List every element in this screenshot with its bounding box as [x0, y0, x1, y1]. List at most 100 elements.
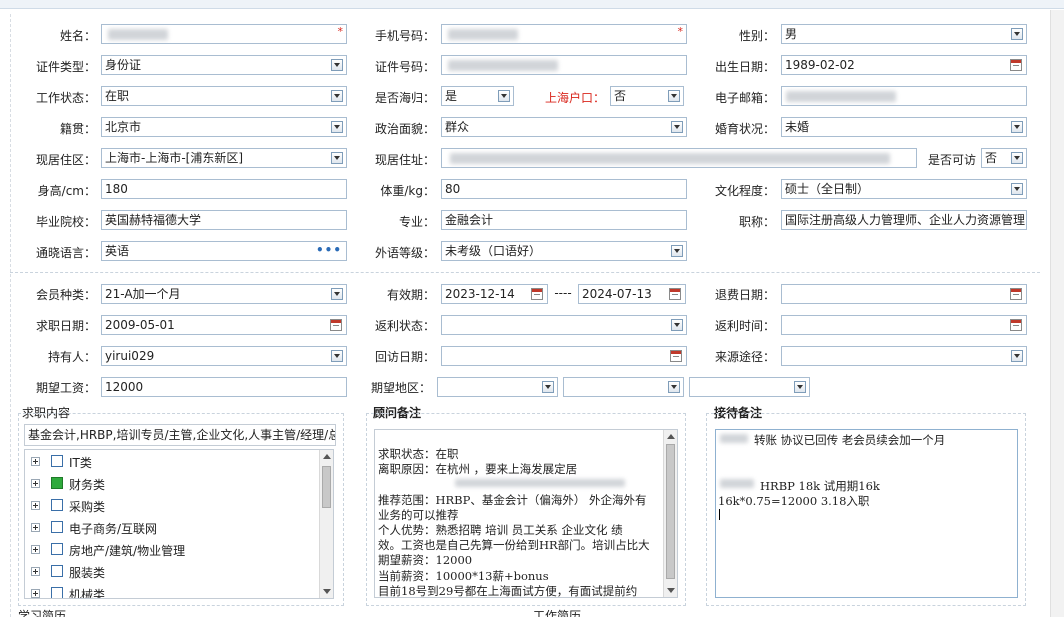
- expand-icon[interactable]: [31, 479, 40, 488]
- calendar-icon[interactable]: [670, 350, 682, 362]
- expand-icon[interactable]: [31, 589, 40, 598]
- scroll-down-icon[interactable]: [323, 589, 331, 594]
- calendar-icon[interactable]: [1010, 319, 1022, 331]
- calendar-icon[interactable]: [669, 288, 681, 300]
- scroll-down-icon[interactable]: [667, 588, 675, 593]
- address-field[interactable]: [441, 148, 917, 168]
- job-summary-field[interactable]: 基金会计,HRBP,培训专员/主管,企业文化,人事主管/经理/总: [24, 424, 336, 446]
- scroll-up-icon[interactable]: [667, 434, 675, 439]
- major-field[interactable]: 金融会计: [441, 210, 687, 230]
- rebate-status-select[interactable]: [441, 315, 687, 335]
- category-checkbox[interactable]: [51, 565, 63, 577]
- expand-icon[interactable]: [31, 457, 40, 466]
- chevron-down-icon[interactable]: [1011, 28, 1023, 40]
- school-field[interactable]: 英国赫特福德大学: [101, 210, 347, 230]
- category-checkbox[interactable]: [51, 455, 63, 467]
- birth-date-field[interactable]: 1989-02-02: [781, 55, 1027, 75]
- scroll-up-icon[interactable]: [323, 454, 331, 459]
- region-district-select[interactable]: [689, 377, 810, 397]
- chevron-down-icon[interactable]: [1011, 183, 1023, 195]
- scroll-thumb[interactable]: [322, 466, 331, 508]
- expand-icon[interactable]: [31, 567, 40, 576]
- visit-date-field[interactable]: [441, 346, 687, 366]
- visitable-select[interactable]: 否: [981, 148, 1027, 168]
- chevron-down-icon[interactable]: [331, 121, 343, 133]
- overseas-select[interactable]: 是: [441, 86, 514, 106]
- chevron-down-icon[interactable]: [1011, 350, 1023, 362]
- category-checkbox[interactable]: [51, 587, 63, 598]
- chevron-down-icon[interactable]: [1011, 152, 1023, 164]
- tree-scrollbar[interactable]: [319, 450, 333, 598]
- language-field[interactable]: 英语 •••: [101, 241, 347, 261]
- chevron-down-icon[interactable]: [794, 381, 806, 393]
- residence-area-select[interactable]: 上海市-上海市-[浦东新区]: [101, 148, 347, 168]
- political-select[interactable]: 群众: [441, 117, 687, 137]
- sh-hukou-select[interactable]: 否: [610, 86, 684, 106]
- category-checkbox[interactable]: [51, 543, 63, 555]
- language-level-select[interactable]: 未考级（口语好）: [441, 241, 687, 261]
- id-type-select[interactable]: 身份证: [101, 55, 347, 75]
- political-value: 群众: [445, 120, 470, 134]
- chevron-down-icon[interactable]: [671, 319, 683, 331]
- marital-select[interactable]: 未婚: [781, 117, 1027, 137]
- height-label: 身高/cm：: [37, 184, 96, 198]
- category-tree[interactable]: IT类 财务类 采购类 电子商务/互联网 房地产/建筑/物业管理 服装类 机械类: [24, 449, 334, 599]
- chevron-down-icon[interactable]: [668, 381, 680, 393]
- page-scrollbar[interactable]: [1050, 10, 1064, 617]
- more-options-icon[interactable]: •••: [316, 243, 342, 257]
- title-label: 职称：: [738, 215, 775, 229]
- salary-field[interactable]: 12000: [101, 377, 347, 397]
- id-number-field[interactable]: [441, 55, 687, 75]
- advisor-notes-textarea[interactable]: 求职状态：在职 离职原因：在杭州 ，要来上海发展定居 推荐范围：HRBP、基金会计…: [374, 429, 678, 598]
- rebate-time-field[interactable]: [781, 315, 1027, 335]
- native-value: 北京市: [105, 120, 142, 134]
- chevron-down-icon[interactable]: [671, 121, 683, 133]
- name-field[interactable]: *: [101, 24, 347, 44]
- chevron-down-icon[interactable]: [671, 245, 683, 257]
- weight-field[interactable]: 80: [441, 179, 687, 199]
- region-province-select[interactable]: [437, 377, 558, 397]
- valid-to-field[interactable]: 2024-07-13: [578, 284, 686, 304]
- refund-date-field[interactable]: [781, 284, 1027, 304]
- category-checkbox[interactable]: [51, 499, 63, 511]
- language-level-value: 未考级（口语好）: [445, 244, 542, 258]
- reception-notes-textarea[interactable]: 转账 协议已回传 老会员续会加一个月 HRBP 18k 试用期16k 16k*0.…: [715, 429, 1018, 598]
- work-status-select[interactable]: 在职: [101, 86, 347, 106]
- valid-from-field[interactable]: 2023-12-14: [441, 284, 548, 304]
- chevron-down-icon[interactable]: [331, 90, 343, 102]
- member-type-select[interactable]: 21-A加一个月: [101, 284, 347, 304]
- calendar-icon[interactable]: [1010, 288, 1022, 300]
- region-city-select[interactable]: [563, 377, 684, 397]
- calendar-icon[interactable]: [1010, 59, 1022, 71]
- job-date-field[interactable]: 2009-05-01: [101, 315, 347, 335]
- email-field[interactable]: [781, 86, 1027, 106]
- text-cursor: [719, 509, 720, 520]
- chevron-down-icon[interactable]: [331, 152, 343, 164]
- calendar-icon[interactable]: [531, 288, 543, 300]
- phone-field[interactable]: *: [441, 24, 687, 44]
- chevron-down-icon[interactable]: [498, 90, 510, 102]
- expand-icon[interactable]: [31, 545, 40, 554]
- chevron-down-icon[interactable]: [668, 90, 680, 102]
- holder-label: 持有人：: [47, 350, 96, 364]
- category-checkbox[interactable]: [51, 521, 63, 533]
- chevron-down-icon[interactable]: [1011, 121, 1023, 133]
- height-field[interactable]: 180: [101, 179, 347, 199]
- advisor-notes-scrollbar[interactable]: [663, 430, 677, 597]
- expand-icon[interactable]: [31, 523, 40, 532]
- title-field[interactable]: 国际注册高级人力管理师、企业人力资源管理: [781, 210, 1027, 230]
- gender-select[interactable]: 男: [781, 24, 1027, 44]
- expand-icon[interactable]: [31, 501, 40, 510]
- chevron-down-icon[interactable]: [542, 381, 554, 393]
- height-value: 180: [105, 182, 128, 196]
- chevron-down-icon[interactable]: [331, 288, 343, 300]
- scroll-thumb[interactable]: [666, 444, 675, 579]
- holder-select[interactable]: yirui029: [101, 346, 347, 366]
- calendar-icon[interactable]: [330, 319, 342, 331]
- native-select[interactable]: 北京市: [101, 117, 347, 137]
- chevron-down-icon[interactable]: [331, 350, 343, 362]
- category-checkbox[interactable]: [51, 477, 63, 489]
- chevron-down-icon[interactable]: [331, 59, 343, 71]
- source-select[interactable]: [781, 346, 1027, 366]
- education-select[interactable]: 硕士（全日制）: [781, 179, 1027, 199]
